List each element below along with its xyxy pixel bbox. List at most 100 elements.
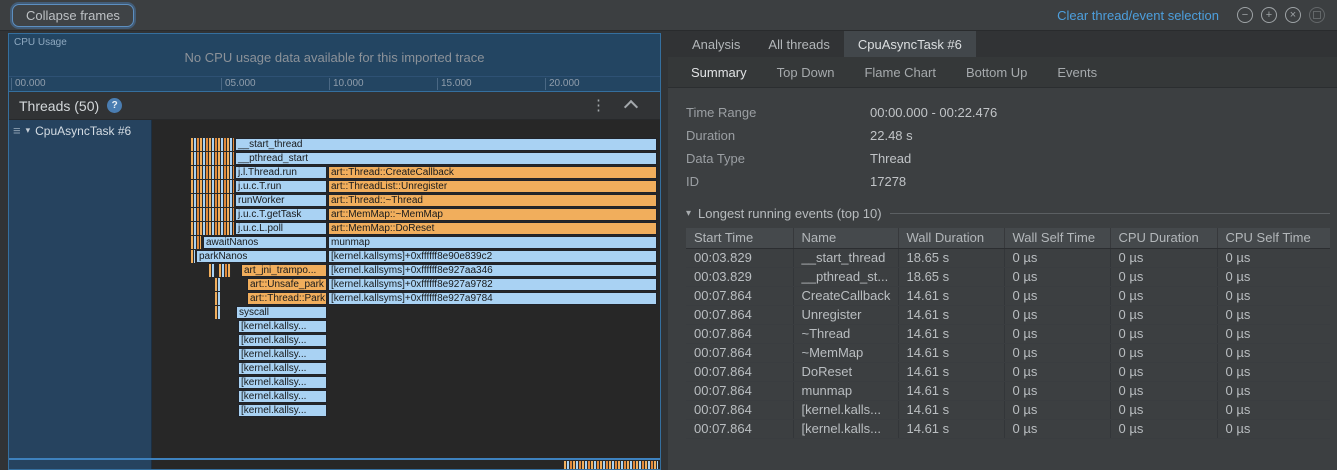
icon-glyph: + (1266, 10, 1272, 21)
flame-mini-frames[interactable] (215, 306, 220, 319)
flame-frame[interactable]: j.u.c.L.poll (235, 222, 327, 235)
flame-frame[interactable]: art::ThreadList::Unregister (328, 180, 657, 193)
flame-mini-frames[interactable] (191, 152, 234, 165)
flame-frame[interactable]: awaitNanos (203, 236, 327, 249)
flame-mini-frames[interactable] (191, 138, 234, 151)
subtab-summary[interactable]: Summary (676, 65, 762, 80)
reset-zoom-icon[interactable]: × (1285, 7, 1301, 23)
flame-mini-frames[interactable] (209, 264, 215, 277)
next-thread-label[interactable] (9, 460, 152, 469)
cpu-usage-empty-message: No CPU usage data available for this imp… (9, 50, 660, 65)
col-cpu-self-time[interactable]: CPU Self Time (1217, 228, 1330, 248)
event-row[interactable]: 00:03.829__start_thread18.65 s0 µs0 µs0 … (686, 248, 1330, 267)
expand-arrow-icon[interactable]: ▾ (26, 125, 31, 136)
flame-mini-frames[interactable] (191, 180, 234, 193)
flame-frame[interactable]: [kernel.kallsy... (238, 390, 327, 403)
thread-label-row[interactable]: ≡ ▾ CpuAsyncTask #6 (9, 120, 151, 141)
event-row[interactable]: 00:03.829__pthread_st...18.65 s0 µs0 µs0… (686, 267, 1330, 286)
flame-frame[interactable]: parkNanos (196, 250, 327, 263)
subtab-events[interactable]: Events (1042, 65, 1112, 80)
collapse-threads-icon[interactable] (624, 100, 638, 114)
flame-frame[interactable]: art::Thread::Park (247, 292, 327, 305)
event-row[interactable]: 00:07.864CreateCallback14.61 s0 µs0 µs0 … (686, 286, 1330, 305)
event-row[interactable]: 00:07.864[kernel.kalls...14.61 s0 µs0 µs… (686, 400, 1330, 419)
flame-mini-frames[interactable] (191, 194, 234, 207)
event-row[interactable]: 00:07.864[kernel.kalls...14.61 s0 µs0 µs… (686, 419, 1330, 438)
flame-frame[interactable]: j.u.c.T.getTask (235, 208, 327, 221)
flame-mini-frames[interactable] (215, 292, 220, 305)
event-cell: 0 µs (1004, 400, 1110, 419)
flame-frame[interactable]: runWorker (235, 194, 327, 207)
more-options-icon[interactable]: ⋮ (585, 98, 612, 113)
flame-mini-frames[interactable] (215, 278, 220, 291)
tab-all-threads[interactable]: All threads (754, 31, 843, 57)
flame-frame[interactable]: j.u.c.T.run (235, 180, 327, 193)
event-row[interactable]: 00:07.864DoReset14.61 s0 µs0 µs0 µs (686, 362, 1330, 381)
cpu-stage-panel: CPU Usage No CPU usage data available fo… (8, 33, 661, 470)
flame-frame[interactable]: [kernel.kallsy... (238, 404, 327, 417)
help-icon[interactable]: ? (107, 98, 122, 113)
zoom-to-selection-icon[interactable] (1309, 7, 1325, 23)
flame-frame[interactable]: art::Unsafe_park (247, 278, 327, 291)
flame-mini-frames[interactable] (219, 264, 231, 277)
flame-mini-frames[interactable] (191, 236, 201, 249)
flame-mini-frames[interactable] (191, 222, 234, 235)
flame-frame[interactable]: [kernel.kallsyms]+0xffffff8e927a9782 (328, 278, 657, 291)
flame-frame[interactable]: [kernel.kallsy... (238, 376, 327, 389)
flame-frame[interactable]: syscall (236, 306, 327, 319)
flame-frame[interactable]: [kernel.kallsyms]+0xffffff8e927a9784 (328, 292, 657, 305)
flame-frame[interactable]: art_jni_trampo... (241, 264, 327, 277)
col-wall-self-time[interactable]: Wall Self Time (1004, 228, 1110, 248)
event-cell: ~Thread (793, 324, 898, 343)
flame-frame[interactable]: __start_thread (235, 138, 657, 151)
section-collapse-icon[interactable]: ▾ (686, 208, 691, 219)
flame-frame[interactable]: j.l.Thread.run (235, 166, 327, 179)
thread-track-label[interactable]: ≡ ▾ CpuAsyncTask #6 (9, 120, 152, 458)
zoom-out-icon[interactable]: − (1237, 7, 1253, 23)
events-section-header[interactable]: ▾ Longest running events (top 10) (686, 206, 1330, 221)
tab-cpuasynctask-6[interactable]: CpuAsyncTask #6 (844, 31, 976, 57)
event-row[interactable]: 00:07.864~MemMap14.61 s0 µs0 µs0 µs (686, 343, 1330, 362)
flame-frame[interactable]: [kernel.kallsy... (238, 348, 327, 361)
event-row[interactable]: 00:07.864Unregister14.61 s0 µs0 µs0 µs (686, 305, 1330, 324)
flame-frame[interactable]: [kernel.kallsyms]+0xffffff8e927aa346 (328, 264, 657, 277)
flame-mini-frames[interactable] (191, 250, 195, 263)
zoom-in-icon[interactable]: + (1261, 7, 1277, 23)
col-cpu-duration[interactable]: CPU Duration (1110, 228, 1217, 248)
next-thread-track-sliver (9, 460, 660, 469)
flame-mini-frames[interactable] (191, 166, 234, 179)
event-cell: 0 µs (1004, 343, 1110, 362)
flame-mini-frames[interactable] (564, 461, 658, 469)
next-thread-track[interactable] (152, 460, 660, 469)
flame-frame[interactable]: art::MemMap::~MemMap (328, 208, 657, 221)
tab-analysis[interactable]: Analysis (678, 31, 754, 57)
flame-frame[interactable]: art::MemMap::DoReset (328, 222, 657, 235)
event-row[interactable]: 00:07.864~Thread14.61 s0 µs0 µs0 µs (686, 324, 1330, 343)
flame-frame[interactable]: [kernel.kallsy... (238, 334, 327, 347)
collapse-frames-button[interactable]: Collapse frames (12, 4, 134, 27)
subtab-flame-chart[interactable]: Flame Chart (849, 65, 951, 80)
analysis-panel: AnalysisAll threadsCpuAsyncTask #6 Summa… (668, 31, 1337, 470)
subtab-bottom-up[interactable]: Bottom Up (951, 65, 1042, 80)
flame-frame[interactable]: art::Thread::~Thread (328, 194, 657, 207)
flame-mini-frames[interactable] (191, 208, 234, 221)
flame-chart[interactable]: __start_thread__pthread_startj.l.Thread.… (152, 120, 660, 458)
event-row[interactable]: 00:07.864munmap14.61 s0 µs0 µs0 µs (686, 381, 1330, 400)
flame-row: __start_thread (152, 138, 660, 151)
field-value: 17278 (870, 174, 906, 189)
col-name[interactable]: Name (793, 228, 898, 248)
clear-selection-link[interactable]: Clear thread/event selection (1057, 8, 1219, 23)
cpu-usage-panel[interactable]: CPU Usage No CPU usage data available fo… (9, 34, 660, 92)
flame-frame[interactable]: munmap (328, 236, 657, 249)
col-start-time[interactable]: Start Time (686, 228, 793, 248)
flame-frame[interactable]: [kernel.kallsy... (238, 362, 327, 375)
event-cell: 0 µs (1004, 324, 1110, 343)
flame-frame[interactable]: __pthread_start (235, 152, 657, 165)
event-cell: 00:07.864 (686, 286, 793, 305)
event-cell: 0 µs (1110, 343, 1217, 362)
subtab-top-down[interactable]: Top Down (762, 65, 850, 80)
col-wall-duration[interactable]: Wall Duration (898, 228, 1004, 248)
flame-frame[interactable]: [kernel.kallsy... (238, 320, 327, 333)
flame-frame[interactable]: art::Thread::CreateCallback (328, 166, 657, 179)
flame-frame[interactable]: [kernel.kallsyms]+0xffffff8e90e839c2 (328, 250, 657, 263)
